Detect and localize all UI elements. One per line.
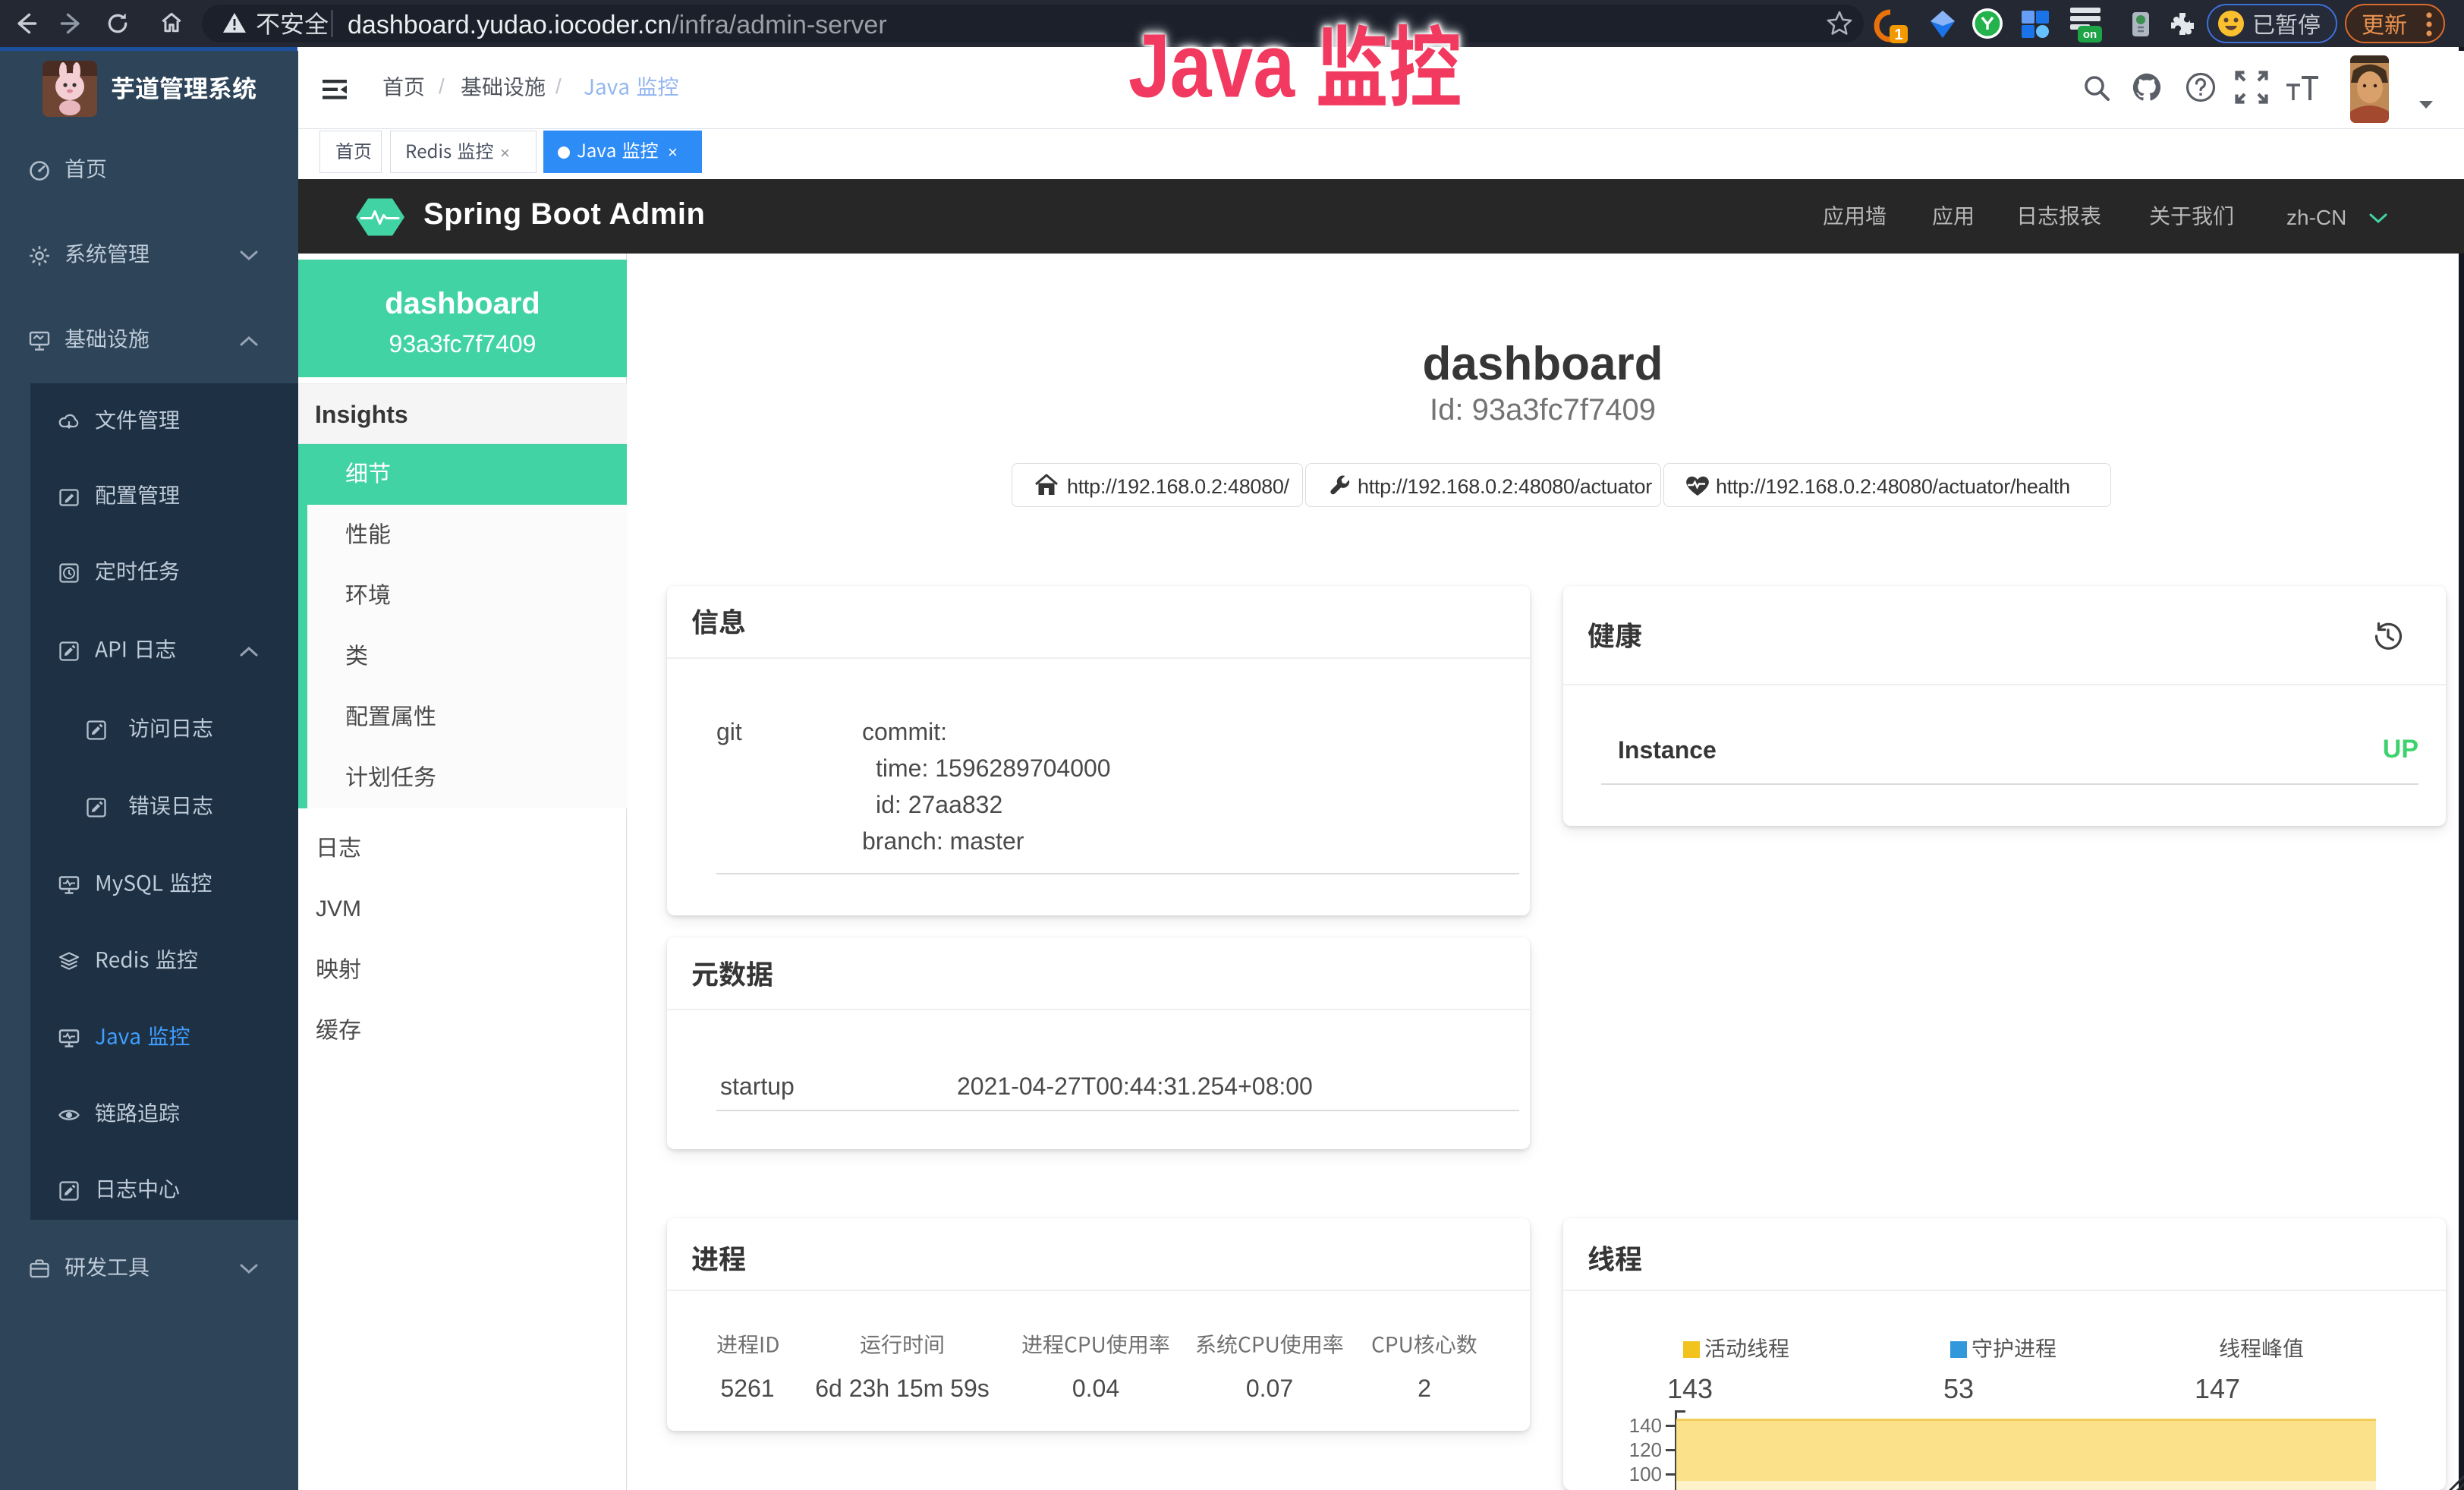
- svg-text:1: 1: [1894, 27, 1902, 43]
- svg-text:on: on: [2083, 28, 2097, 41]
